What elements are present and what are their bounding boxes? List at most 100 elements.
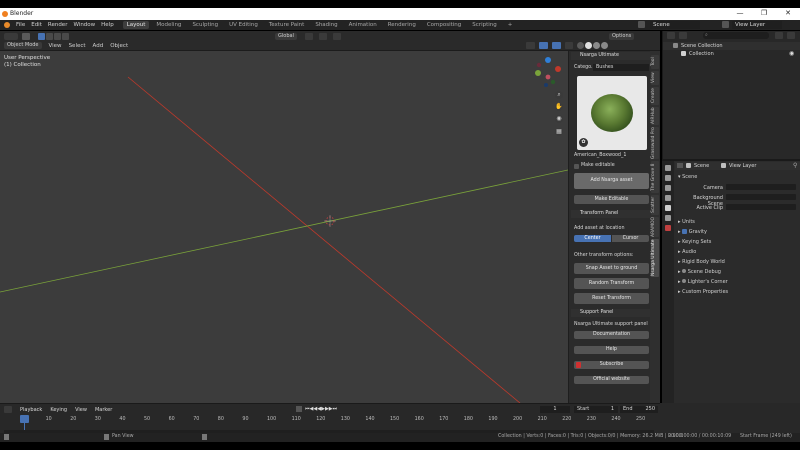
workspace-tab-texture-paint[interactable]: Texture Paint [265,21,309,29]
tab-tool[interactable]: Tool [651,55,659,69]
transform-orientation-dropdown[interactable]: Global [275,32,297,40]
workspace-tab-compositing[interactable]: Compositing [423,21,465,29]
workspace-tab-layout[interactable]: Layout [122,21,150,29]
keying-sets-section-header[interactable]: ▸ Keying Sets [678,239,711,245]
workspace-tab-scripting[interactable]: Scripting [468,21,500,29]
menu-object[interactable]: Object [110,43,128,49]
select-intersect-icon[interactable] [62,32,69,40]
snap-to-ground-button[interactable]: Snap Asset to ground [574,263,649,274]
visibility-icon[interactable] [526,42,536,49]
gravity-section-header[interactable]: ▸ Gravity [678,229,707,235]
outliner-search-input[interactable]: ⌕ [703,32,769,39]
asset-preview-thumbnail[interactable]: ✿ [577,76,647,150]
tab-view[interactable]: View [651,71,659,85]
camera-view-icon[interactable]: ◉ [555,115,563,123]
menu-add[interactable]: Add [93,43,104,49]
tab-create[interactable]: Create [651,87,659,105]
mode-selector[interactable]: Object Mode [4,42,42,49]
tab-the-grove[interactable]: The Grove 8 [651,161,659,193]
texture-tab-icon[interactable] [665,225,671,231]
select-subtract-icon[interactable] [54,32,61,40]
make-editable-checkbox[interactable] [574,164,579,169]
workspace-tab-modeling[interactable]: Modeling [152,21,185,29]
view-layer-props-icon[interactable] [665,195,671,201]
zoom-icon[interactable]: ⌕ [555,91,563,99]
xray-toggle-icon[interactable] [565,42,574,49]
random-transform-button[interactable]: Random Transform [574,278,649,289]
blender-menu-icon[interactable] [4,22,10,28]
new-collection-icon[interactable] [787,32,795,39]
display-mode-icon[interactable] [679,32,687,39]
add-nsarga-asset-button[interactable]: Add Nsarga asset [574,173,649,189]
outliner-row[interactable]: Scene Collection [663,42,800,50]
menu-window[interactable]: Window [73,22,95,28]
pan-hand-icon[interactable]: ✋ [555,103,563,111]
outliner-row[interactable]: Collection ◉ [663,50,800,58]
tool-tab-icon[interactable] [665,165,671,171]
overlay-toggle-icon[interactable] [552,42,562,49]
workspace-tab-shading[interactable]: Shading [311,21,341,29]
tab-aramoo[interactable]: ARAMOO [651,217,659,237]
grid-projection-icon[interactable]: ▦ [555,128,563,136]
menu-help[interactable]: Help [101,22,114,28]
category-dropdown[interactable]: Bushes [593,64,649,71]
scene-section-header[interactable]: ▾ Scene [678,174,697,180]
documentation-button[interactable]: Documentation [574,331,649,339]
scene-debug-section-header[interactable]: ▸ Scene Debug [678,269,721,275]
scene-selector[interactable]: Scene [650,21,700,29]
make-editable-button[interactable]: Make Editable [574,195,649,204]
navigation-gizmo[interactable] [533,55,563,91]
nsarga-panel-header[interactable]: Nsarga Ultimate [571,52,651,60]
options-dropdown[interactable]: Options [608,32,635,40]
help-button[interactable]: Help [574,346,649,354]
gravity-checkbox[interactable] [682,229,688,234]
view-layer-selector[interactable]: View Layer [732,21,782,29]
gizmo-z-icon[interactable] [545,57,551,63]
gizmo-toggle-icon[interactable] [539,42,549,49]
3d-viewport[interactable]: User Perspective (1) Collection ⌕ ✋ ◉ ▦ [0,51,568,403]
menu-view[interactable]: View [49,43,62,49]
add-workspace-button[interactable]: + [504,21,517,29]
scene-props-icon[interactable] [665,205,671,211]
output-tab-icon[interactable] [665,185,671,191]
shading-wireframe-icon[interactable] [577,42,585,49]
3d-cursor[interactable] [324,215,336,227]
eye-icon[interactable]: ◉ [789,50,794,57]
official-website-button[interactable]: Official website [574,376,649,384]
tab-nsarga-ultimate[interactable]: Nsarga Ultimate [651,239,659,277]
render-tab-icon[interactable] [665,175,671,181]
world-tab-icon[interactable] [665,215,671,221]
reset-transform-button[interactable]: Reset Transform [574,293,649,304]
custom-properties-section-header[interactable]: ▸ Custom Properties [678,289,728,295]
tab-grasswald-pro[interactable]: Grasswald Pro [651,127,659,159]
rigid-body-section-header[interactable]: ▸ Rigid Body World [678,259,725,265]
workspace-tab-uv-editing[interactable]: UV Editing [225,21,262,29]
snap-icon[interactable] [318,32,327,40]
subscribe-button[interactable]: Subscribe [574,361,649,369]
audio-section-header[interactable]: ▸ Audio [678,249,696,255]
editor-type-icon[interactable] [4,32,18,40]
pivot-point-icon[interactable] [304,32,313,40]
select-box-icon[interactable] [38,32,45,40]
properties-editor-icon[interactable] [677,163,683,168]
tab-scatter[interactable]: Scatter [651,195,659,215]
select-extend-icon[interactable] [46,32,53,40]
support-panel-header[interactable]: Support Panel [571,309,651,317]
shading-solid-icon[interactable] [585,42,593,49]
menu-edit[interactable]: Edit [31,22,42,28]
pin-icon[interactable]: ⚲ [793,162,797,169]
active-clip-field[interactable] [726,204,796,210]
units-section-header[interactable]: ▸ Units [678,219,695,225]
maximize-button[interactable]: ❐ [752,9,776,17]
workspace-tab-rendering[interactable]: Rendering [384,21,420,29]
gizmo-x-icon[interactable] [555,66,561,72]
menu-render[interactable]: Render [48,22,68,28]
transform-panel-header[interactable]: Transform Panel [571,210,651,218]
lighters-corner-section-header[interactable]: ▸ Lighter's Corner [678,279,728,285]
filter-icon[interactable] [775,32,783,39]
workspace-tab-sculpting[interactable]: Sculpting [188,21,222,29]
shading-rendered-icon[interactable] [601,42,609,49]
outliner-editor-icon[interactable] [667,32,675,39]
shading-material-icon[interactable] [593,42,601,49]
tab-airhub[interactable]: AIRHub [651,107,659,125]
